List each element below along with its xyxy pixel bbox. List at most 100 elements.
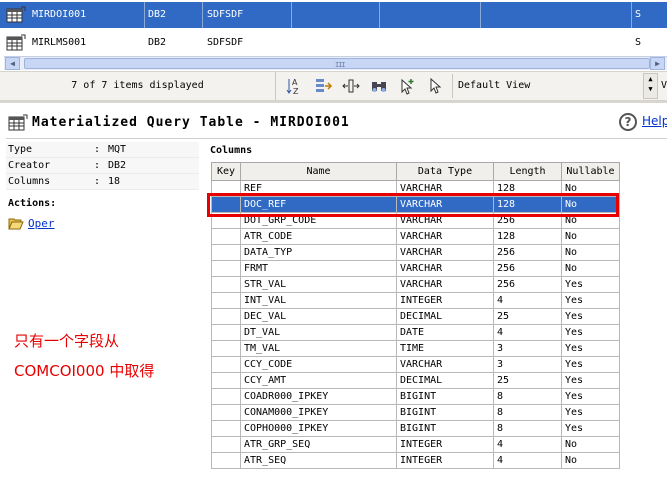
table-row[interactable]: INT_VAL INTEGER 4 Yes — [211, 292, 620, 309]
items-displayed-status: 7 of 7 items displayed — [0, 72, 276, 100]
sort-az-icon[interactable]: AZ — [284, 76, 306, 96]
cell-nullable: Yes — [561, 404, 620, 421]
table-row[interactable]: CCY_CODE VARCHAR 3 Yes — [211, 356, 620, 373]
table-row[interactable]: ATR_SEQ INTEGER 4 No — [211, 452, 620, 469]
annotation-line-2: COMCOI000 中取得 — [14, 362, 155, 380]
header-key[interactable]: Key — [211, 162, 241, 181]
column-divider — [202, 2, 203, 28]
property-value: MQT — [108, 144, 127, 155]
cell-nullable: Yes — [561, 276, 620, 293]
cell-length: 4 — [493, 324, 562, 341]
cell-data-type: VARCHAR — [396, 244, 494, 261]
cell-length: 128 — [493, 228, 562, 245]
cell-nullable: No — [561, 436, 620, 453]
cell-nullable: No — [561, 452, 620, 469]
oper-link[interactable]: Oper — [28, 217, 55, 230]
cell-name: COPHO000_IPKEY — [240, 420, 397, 437]
header-nullable[interactable]: Nullable — [561, 162, 620, 181]
cell-key — [211, 372, 241, 389]
table-row[interactable]: DT_VAL DATE 4 Yes — [211, 324, 620, 341]
help-link[interactable]: Help — [642, 114, 667, 128]
divider — [6, 138, 667, 139]
cell-name: DATA_TYP — [240, 244, 397, 261]
table-row[interactable]: FRMT VARCHAR 256 No — [211, 260, 620, 277]
cell-name: INT_VAL — [240, 292, 397, 309]
header-name[interactable]: Name — [240, 162, 397, 181]
cell-nullable: No — [561, 228, 620, 245]
table-row[interactable]: COPHO000_IPKEY BIGINT 8 Yes — [211, 420, 620, 437]
cell-length: 25 — [493, 308, 562, 325]
object-flag: S — [635, 37, 642, 48]
cell-key — [211, 244, 241, 261]
cell-length: 256 — [493, 260, 562, 277]
header-length[interactable]: Length — [493, 162, 562, 181]
columns-icon[interactable] — [340, 76, 362, 96]
cell-data-type: DATE — [396, 324, 494, 341]
table-row[interactable]: CONAM000_IPKEY BIGINT 8 Yes — [211, 404, 620, 421]
scroll-thumb[interactable]: III — [24, 58, 650, 69]
property-row: Creator : DB2 — [6, 158, 199, 174]
object-creator: SDFSDF — [207, 37, 244, 48]
binoculars-icon[interactable] — [368, 76, 390, 96]
horizontal-scrollbar[interactable]: ◀ III ▶ — [4, 56, 667, 70]
svg-text:Z: Z — [293, 87, 299, 96]
object-row-mirdoi001[interactable]: MIRDOI001 DB2 SDFSDF S — [0, 2, 667, 28]
object-row-mirlms001[interactable]: MIRLMS001 DB2 SDFSDF S — [0, 30, 667, 56]
cell-nullable: Yes — [561, 340, 620, 357]
cell-key — [211, 228, 241, 245]
table-row[interactable]: TM_VAL TIME 3 Yes — [211, 340, 620, 357]
table-row[interactable]: DEC_VAL DECIMAL 25 Yes — [211, 308, 620, 325]
cell-length: 3 — [493, 340, 562, 357]
table-row[interactable]: CCY_AMT DECIMAL 25 Yes — [211, 372, 620, 389]
property-colon: : — [94, 160, 101, 171]
table-row[interactable]: COADR000_IPKEY BIGINT 8 Yes — [211, 388, 620, 405]
cell-key — [211, 308, 241, 325]
property-row: Columns : 18 — [6, 174, 199, 190]
cell-name: CCY_AMT — [240, 372, 397, 389]
pointer-icon[interactable] — [424, 76, 446, 96]
highlight-box — [207, 193, 619, 217]
cell-key — [211, 388, 241, 405]
header-data-type[interactable]: Data Type — [396, 162, 494, 181]
table-icon — [8, 114, 28, 131]
property-colon: : — [94, 144, 101, 155]
table-row[interactable]: ATR_CODE VARCHAR 128 No — [211, 228, 620, 245]
cell-name: COADR000_IPKEY — [240, 388, 397, 405]
cell-name: ATR_GRP_SEQ — [240, 436, 397, 453]
toolbar-scroll-icon[interactable]: ▲ ▼ — [643, 73, 658, 99]
pointer-plus-icon[interactable] — [396, 76, 418, 96]
cell-nullable: Yes — [561, 292, 620, 309]
cell-key — [211, 356, 241, 373]
cell-length: 4 — [493, 436, 562, 453]
cell-key — [211, 404, 241, 421]
filter-icon[interactable] — [312, 76, 334, 96]
cell-nullable: Yes — [561, 420, 620, 437]
cell-nullable: No — [561, 260, 620, 277]
cell-name: ATR_CODE — [240, 228, 397, 245]
cell-length: 25 — [493, 372, 562, 389]
cell-length: 256 — [493, 244, 562, 261]
cell-data-type: VARCHAR — [396, 356, 494, 373]
help-icon[interactable]: ? — [619, 113, 637, 131]
scroll-right-icon[interactable]: ▶ — [650, 57, 665, 70]
details-header: Materialized Query Table - MIRDOI001 ? H… — [0, 101, 667, 139]
view-selector-tail: V — [661, 80, 667, 91]
cell-length: 8 — [493, 388, 562, 405]
property-key: Type — [8, 144, 33, 155]
table-icon — [6, 34, 26, 51]
cell-key — [211, 340, 241, 357]
scroll-left-icon[interactable]: ◀ — [5, 57, 20, 70]
table-row[interactable]: STR_VAL VARCHAR 256 Yes — [211, 276, 620, 293]
cell-length: 4 — [493, 452, 562, 469]
object-creator: SDFSDF — [207, 9, 244, 20]
cell-key — [211, 436, 241, 453]
cell-key — [211, 260, 241, 277]
cell-data-type: BIGINT — [396, 404, 494, 421]
scroll-grip: III — [335, 61, 346, 69]
table-row[interactable]: ATR_GRP_SEQ INTEGER 4 No — [211, 436, 620, 453]
cell-name: FRMT — [240, 260, 397, 277]
object-name: MIRLMS001 — [32, 37, 87, 48]
table-row[interactable]: DATA_TYP VARCHAR 256 No — [211, 244, 620, 261]
cell-data-type: BIGINT — [396, 420, 494, 437]
view-selector[interactable]: Default View — [458, 72, 530, 100]
